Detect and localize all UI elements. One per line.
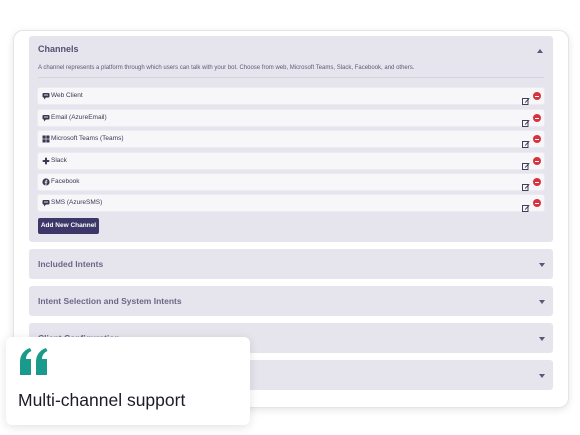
add-new-channel-button[interactable]: Add New Channel <box>38 218 99 234</box>
panel-title: Intent Selection and System Intents <box>38 296 182 306</box>
chat-icon <box>42 114 50 122</box>
windows-icon <box>42 135 50 143</box>
edit-icon[interactable] <box>522 199 530 212</box>
facebook-icon <box>42 178 50 186</box>
channel-row-teams: Microsoft Teams (Teams) <box>38 131 544 148</box>
channel-row-slack: Slack <box>38 153 544 170</box>
included-intents-panel[interactable]: Included Intents <box>29 249 553 279</box>
edit-icon[interactable] <box>522 157 530 170</box>
quote-icon <box>18 347 50 377</box>
channel-row-web-client: Web Client <box>38 88 544 105</box>
channel-label: Email (AzureEmail) <box>51 114 107 121</box>
channel-label: Slack <box>51 157 67 164</box>
channel-label: SMS (AzureSMS) <box>51 199 103 206</box>
chevron-down-icon[interactable] <box>539 263 545 267</box>
panel-title: Included Intents <box>38 259 104 269</box>
chevron-down-icon[interactable] <box>539 300 545 304</box>
channel-label: Microsoft Teams (Teams) <box>51 135 124 142</box>
channel-label: Facebook <box>51 178 80 185</box>
remove-icon[interactable] <box>533 92 541 100</box>
collapse-caret-icon[interactable] <box>537 49 543 53</box>
channel-label: Web Client <box>51 92 83 99</box>
intent-selection-panel[interactable]: Intent Selection and System Intents <box>29 286 553 316</box>
chat-icon <box>42 199 50 207</box>
edit-icon[interactable] <box>522 92 530 105</box>
channels-description: A channel represents a platform through … <box>38 65 415 71</box>
channels-panel: Channels A channel represents a platform… <box>29 36 553 242</box>
edit-icon[interactable] <box>522 178 530 191</box>
divider <box>38 77 544 78</box>
channel-row-email: Email (AzureEmail) <box>38 110 544 127</box>
feature-callout: Multi-channel support <box>6 337 250 425</box>
chat-icon <box>42 92 50 100</box>
remove-icon[interactable] <box>533 114 541 122</box>
remove-icon[interactable] <box>533 157 541 165</box>
callout-text: Multi-channel support <box>18 390 186 410</box>
channels-panel-title[interactable]: Channels <box>38 44 79 54</box>
slack-icon <box>42 157 50 165</box>
channel-row-sms: SMS (AzureSMS) <box>38 195 544 212</box>
remove-icon[interactable] <box>533 135 541 143</box>
chevron-down-icon[interactable] <box>539 337 545 341</box>
chevron-down-icon[interactable] <box>539 374 545 378</box>
remove-icon[interactable] <box>533 178 541 186</box>
channel-row-facebook: Facebook <box>38 174 544 191</box>
edit-icon[interactable] <box>522 114 530 127</box>
remove-icon[interactable] <box>533 199 541 207</box>
edit-icon[interactable] <box>522 135 530 148</box>
